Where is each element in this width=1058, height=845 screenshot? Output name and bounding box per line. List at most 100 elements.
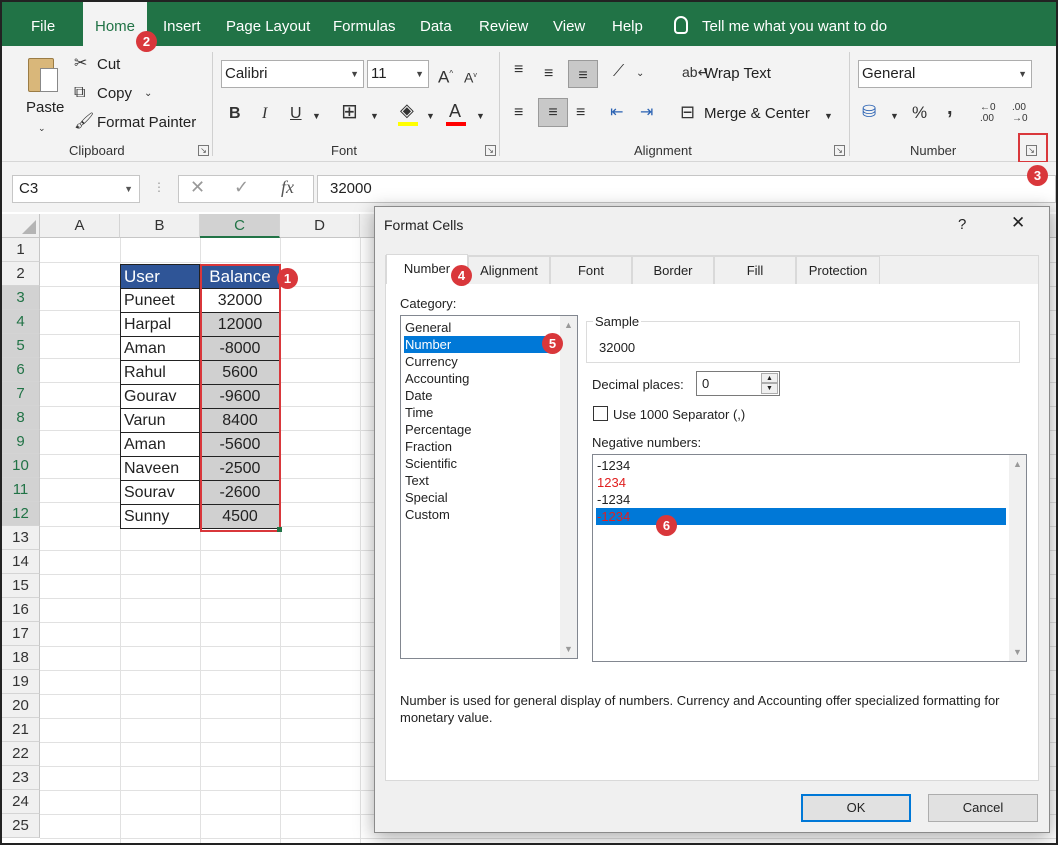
row-header[interactable]: 21	[2, 718, 40, 742]
category-item[interactable]: Percentage	[404, 421, 557, 438]
user-cell[interactable]: Sunny	[120, 505, 200, 529]
category-item[interactable]: Special	[404, 489, 557, 506]
negative-number-option[interactable]: -1234	[596, 457, 1006, 474]
column-header-d[interactable]: D	[280, 214, 360, 238]
user-cell[interactable]: Aman	[120, 337, 200, 361]
category-listbox[interactable]: General Number Currency Accounting Date Time P…	[400, 315, 578, 659]
category-item[interactable]: Number	[404, 336, 557, 353]
wrap-text-button[interactable]: Wrap Text	[704, 65, 771, 82]
row-header[interactable]: 15	[2, 574, 40, 598]
row-header[interactable]: 19	[2, 670, 40, 694]
user-cell[interactable]: Gourav	[120, 385, 200, 409]
alignment-launcher-icon[interactable]: ↘	[834, 145, 845, 156]
italic-button[interactable]: I	[262, 104, 267, 124]
user-cell[interactable]: Aman	[120, 433, 200, 457]
increase-indent-icon[interactable]: ⇥	[640, 103, 653, 123]
scroll-up-icon[interactable]: ▲	[564, 320, 573, 330]
top-align-icon[interactable]: ≡	[514, 60, 523, 80]
category-item[interactable]: Scientific	[404, 455, 557, 472]
accounting-dropdown-icon[interactable]: ▼	[890, 106, 899, 126]
thousand-separator-label[interactable]: Use 1000 Separator (,)	[613, 407, 745, 422]
category-item[interactable]: Date	[404, 387, 557, 404]
row-header[interactable]: 24	[2, 790, 40, 814]
merge-center-button[interactable]: Merge & Center	[704, 105, 810, 122]
align-right-icon[interactable]: ≡	[576, 103, 585, 123]
row-header[interactable]: 13	[2, 526, 40, 550]
tab-border[interactable]: Border	[632, 256, 714, 284]
borders-icon[interactable]: ⊞	[341, 102, 358, 122]
decimal-places-spinner[interactable]: 0 ▲ ▼	[696, 371, 780, 396]
row-header[interactable]: 22	[2, 742, 40, 766]
bottom-align-icon[interactable]: ≡	[568, 60, 598, 88]
row-header[interactable]: 20	[2, 694, 40, 718]
category-item[interactable]: Currency	[404, 353, 557, 370]
row-header[interactable]: 18	[2, 646, 40, 670]
negative-number-option[interactable]: 1234	[596, 474, 1006, 491]
column-header-a[interactable]: A	[40, 214, 120, 238]
row-header[interactable]: 2	[2, 262, 40, 286]
fill-handle[interactable]	[277, 527, 282, 532]
copy-dropdown-icon[interactable]: ⌄	[144, 84, 152, 104]
font-size-combo[interactable]: 11 ▼	[367, 60, 429, 88]
row-header[interactable]: 9	[2, 430, 40, 454]
increase-decimal-icon[interactable]: ←0.00	[980, 102, 996, 124]
underline-dropdown-icon[interactable]: ▼	[312, 106, 321, 126]
user-cell[interactable]: Rahul	[120, 361, 200, 385]
row-header[interactable]: 6	[2, 358, 40, 382]
borders-dropdown-icon[interactable]: ▼	[370, 106, 379, 126]
category-item[interactable]: Custom	[404, 506, 557, 523]
cell-b2-header[interactable]: User	[120, 264, 200, 289]
user-cell[interactable]: Varun	[120, 409, 200, 433]
tab-font[interactable]: Font	[550, 256, 632, 284]
menu-file[interactable]: File	[31, 2, 55, 46]
row-header[interactable]: 11	[2, 478, 40, 502]
row-header[interactable]: 3	[2, 286, 40, 310]
name-box[interactable]: C3 ▼	[12, 175, 140, 203]
row-header[interactable]: 5	[2, 334, 40, 358]
menu-page-layout[interactable]: Page Layout	[226, 2, 310, 46]
scroll-down-icon[interactable]: ▼	[564, 644, 573, 654]
row-header[interactable]: 10	[2, 454, 40, 478]
column-header-b[interactable]: B	[120, 214, 200, 238]
category-item[interactable]: General	[404, 319, 557, 336]
row-header[interactable]: 4	[2, 310, 40, 334]
decrease-decimal-icon[interactable]: .00 →0	[1012, 102, 1028, 124]
user-cell[interactable]: Sourav	[120, 481, 200, 505]
shrink-font-icon[interactable]: Av	[464, 66, 477, 88]
font-launcher-icon[interactable]: ↘	[485, 145, 496, 156]
number-format-combo[interactable]: General ▼	[858, 60, 1032, 88]
format-painter-button[interactable]: Format Painter	[97, 114, 196, 131]
paste-dropdown-icon[interactable]: ⌄	[38, 118, 46, 138]
menu-view[interactable]: View	[553, 2, 585, 46]
underline-button[interactable]: U	[290, 104, 302, 124]
tell-me-search[interactable]: Tell me what you want to do	[674, 2, 887, 46]
decrease-indent-icon[interactable]: ⇤	[610, 103, 623, 123]
negative-numbers-listbox[interactable]: -1234 1234 -1234 -1234 ▲ ▼	[592, 454, 1027, 662]
paste-button[interactable]: Paste ⌄	[22, 56, 66, 136]
tab-protection[interactable]: Protection	[796, 256, 880, 284]
user-cell[interactable]: Puneet	[120, 289, 200, 313]
spin-up-icon[interactable]: ▲	[761, 373, 778, 383]
insert-function-icon[interactable]: fx	[281, 177, 294, 198]
percent-button[interactable]: %	[912, 103, 927, 123]
bold-button[interactable]: B	[229, 104, 241, 124]
orientation-dropdown-icon[interactable]: ⌄	[636, 64, 644, 84]
align-center-icon[interactable]: ≡	[538, 98, 568, 127]
row-header[interactable]: 1	[2, 238, 40, 262]
cancel-entry-icon[interactable]: ✕	[190, 177, 205, 198]
category-item[interactable]: Time	[404, 404, 557, 421]
user-cell[interactable]: Harpal	[120, 313, 200, 337]
thousand-separator-checkbox[interactable]	[593, 406, 608, 421]
cut-button[interactable]: Cut	[97, 56, 120, 73]
scroll-up-icon[interactable]: ▲	[1013, 459, 1022, 469]
row-header[interactable]: 8	[2, 406, 40, 430]
confirm-entry-icon[interactable]: ✓	[234, 177, 249, 198]
column-header-c[interactable]: C	[200, 214, 280, 238]
negative-number-option[interactable]: -1234	[596, 491, 1006, 508]
ok-button[interactable]: OK	[801, 794, 911, 822]
category-scrollbar[interactable]: ▲ ▼	[560, 316, 577, 658]
font-color-icon[interactable]: A	[449, 101, 461, 121]
menu-formulas[interactable]: Formulas	[333, 2, 396, 46]
row-header[interactable]: 16	[2, 598, 40, 622]
middle-align-icon[interactable]: ≡	[544, 64, 553, 84]
